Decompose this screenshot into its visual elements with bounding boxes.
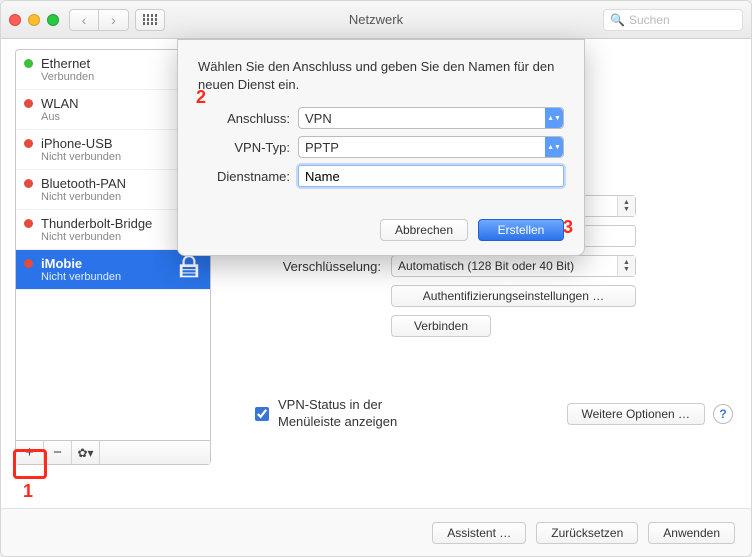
status-dot-icon: [24, 179, 33, 188]
lock-icon: [176, 256, 202, 278]
vpn-status-label: VPN-Status in der Menüleiste anzeigen: [278, 397, 438, 431]
sidebar-toolbar: + − ✿▾: [16, 440, 210, 464]
status-dot-icon: [24, 139, 33, 148]
window-controls: [9, 14, 59, 26]
zoom-window-button[interactable]: [47, 14, 59, 26]
interface-label: Anschluss:: [198, 111, 298, 126]
show-all-button[interactable]: [135, 9, 165, 31]
add-service-button[interactable]: +: [16, 441, 44, 464]
status-dot-icon: [24, 219, 33, 228]
search-placeholder: Suchen: [629, 13, 670, 27]
bottom-bar: Assistent … Zurücksetzen Anwenden: [1, 508, 751, 556]
updown-arrow-icon: ▲▼: [545, 108, 563, 128]
updown-arrow-icon: ▲▼: [545, 137, 563, 157]
back-button[interactable]: ‹: [69, 9, 99, 31]
titlebar: ‹ › Netzwerk 🔍 Suchen: [1, 1, 751, 39]
assistant-button[interactable]: Assistent …: [432, 522, 526, 544]
cancel-button[interactable]: Abbrechen: [380, 219, 468, 241]
service-actions-button[interactable]: ✿▾: [72, 441, 100, 464]
encryption-label: Verschlüsselung:: [221, 259, 391, 274]
status-dot-icon: [24, 259, 33, 268]
updown-arrow-icon: ▲▼: [617, 196, 635, 216]
vpn-type-label: VPN-Typ:: [198, 140, 298, 155]
minimize-window-button[interactable]: [28, 14, 40, 26]
vpn-type-select[interactable]: PPTP ▲▼: [298, 136, 564, 158]
vpn-status-checkbox[interactable]: [255, 407, 269, 421]
encryption-select[interactable]: Automatisch (128 Bit oder 40 Bit) ▲▼: [391, 255, 636, 277]
auth-settings-button[interactable]: Authentifizierungseinstellungen …: [391, 285, 636, 307]
sheet-intro-text: Wählen Sie den Anschluss und geben Sie d…: [198, 58, 564, 93]
forward-button[interactable]: ›: [99, 9, 129, 31]
search-icon: 🔍: [610, 13, 625, 27]
preferences-window: ‹ › Netzwerk 🔍 Suchen Etherne: [0, 0, 752, 557]
apply-button[interactable]: Anwenden: [648, 522, 735, 544]
close-window-button[interactable]: [9, 14, 21, 26]
revert-button[interactable]: Zurücksetzen: [536, 522, 638, 544]
connect-button[interactable]: Verbinden: [391, 315, 491, 337]
grid-icon: [143, 14, 158, 25]
more-options-button[interactable]: Weitere Optionen …: [567, 403, 706, 425]
service-name-input[interactable]: [298, 165, 564, 187]
status-dot-icon: [24, 59, 33, 68]
create-button[interactable]: Erstellen: [478, 219, 564, 241]
search-input[interactable]: 🔍 Suchen: [603, 9, 743, 31]
status-dot-icon: [24, 99, 33, 108]
updown-arrow-icon: ▲▼: [617, 256, 635, 276]
new-service-sheet: Wählen Sie den Anschluss und geben Sie d…: [177, 39, 585, 256]
help-button[interactable]: ?: [713, 404, 733, 424]
remove-service-button[interactable]: −: [44, 441, 72, 464]
interface-select[interactable]: VPN ▲▼: [298, 107, 564, 129]
sidebar-item-imobie[interactable]: iMobie Nicht verbunden: [16, 250, 210, 290]
service-name-label: Dienstname:: [198, 169, 298, 184]
